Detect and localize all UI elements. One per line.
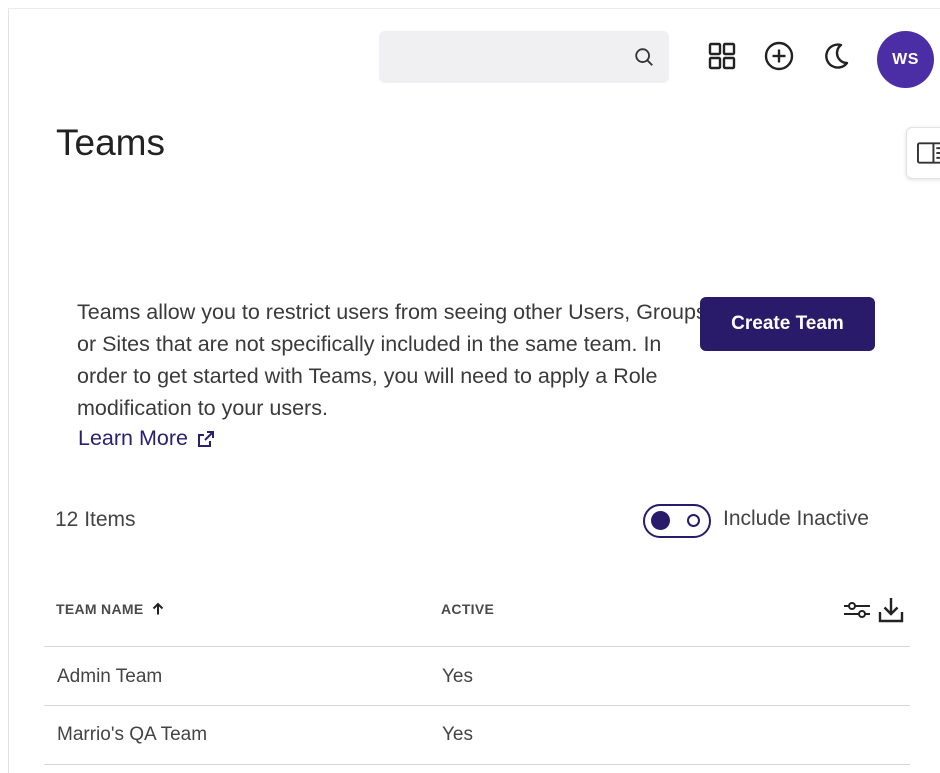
side-panel-icon (917, 142, 940, 164)
user-avatar[interactable]: WS (877, 31, 934, 88)
include-inactive-toggle[interactable] (643, 504, 711, 538)
teams-intro-text: Teams allow you to restrict users from s… (77, 300, 707, 420)
theme-toggle-button[interactable] (819, 39, 853, 73)
download-icon (878, 598, 904, 623)
create-team-button[interactable]: Create Team (700, 297, 875, 351)
apps-grid-icon (708, 42, 736, 70)
add-button[interactable] (762, 39, 796, 73)
add-circle-icon (764, 41, 794, 71)
column-header-active[interactable]: ACTIVE (441, 601, 494, 617)
toggle-off-indicator (687, 514, 700, 527)
learn-more-link[interactable]: Learn More (78, 426, 216, 451)
search-input[interactable] (391, 31, 635, 85)
toggle-knob (651, 511, 670, 530)
table-tools (842, 594, 906, 626)
table-header-divider (44, 646, 910, 647)
column-header-team-name[interactable]: TEAM NAME (56, 601, 165, 617)
page-frame-left-border (8, 8, 9, 773)
global-search[interactable] (379, 31, 669, 85)
items-count: 12 Items (55, 508, 136, 531)
column-header-team-name-label: TEAM NAME (56, 601, 144, 617)
page-frame-top-border (8, 8, 940, 9)
row-2-active: Yes (442, 724, 473, 745)
side-panel-toggle[interactable] (906, 127, 940, 179)
page-title: Teams (56, 122, 165, 163)
include-inactive-label: Include Inactive (723, 507, 869, 530)
export-button[interactable] (876, 594, 906, 626)
apps-grid-button[interactable] (705, 39, 739, 73)
external-link-icon (197, 430, 214, 447)
moon-icon (825, 43, 849, 69)
table-row-divider (44, 764, 910, 765)
column-settings-icon (844, 602, 870, 618)
arrow-up-icon (153, 602, 164, 615)
row-1-team-name[interactable]: Admin Team (57, 666, 162, 688)
search-icon[interactable] (633, 46, 655, 68)
row-1-active: Yes (442, 666, 473, 687)
avatar-initials: WS (892, 50, 919, 68)
table-row-divider (44, 705, 910, 706)
row-2-team-name[interactable]: Marrio's QA Team (57, 724, 207, 746)
learn-more-label: Learn More (78, 426, 188, 450)
column-settings-button[interactable] (842, 594, 872, 626)
